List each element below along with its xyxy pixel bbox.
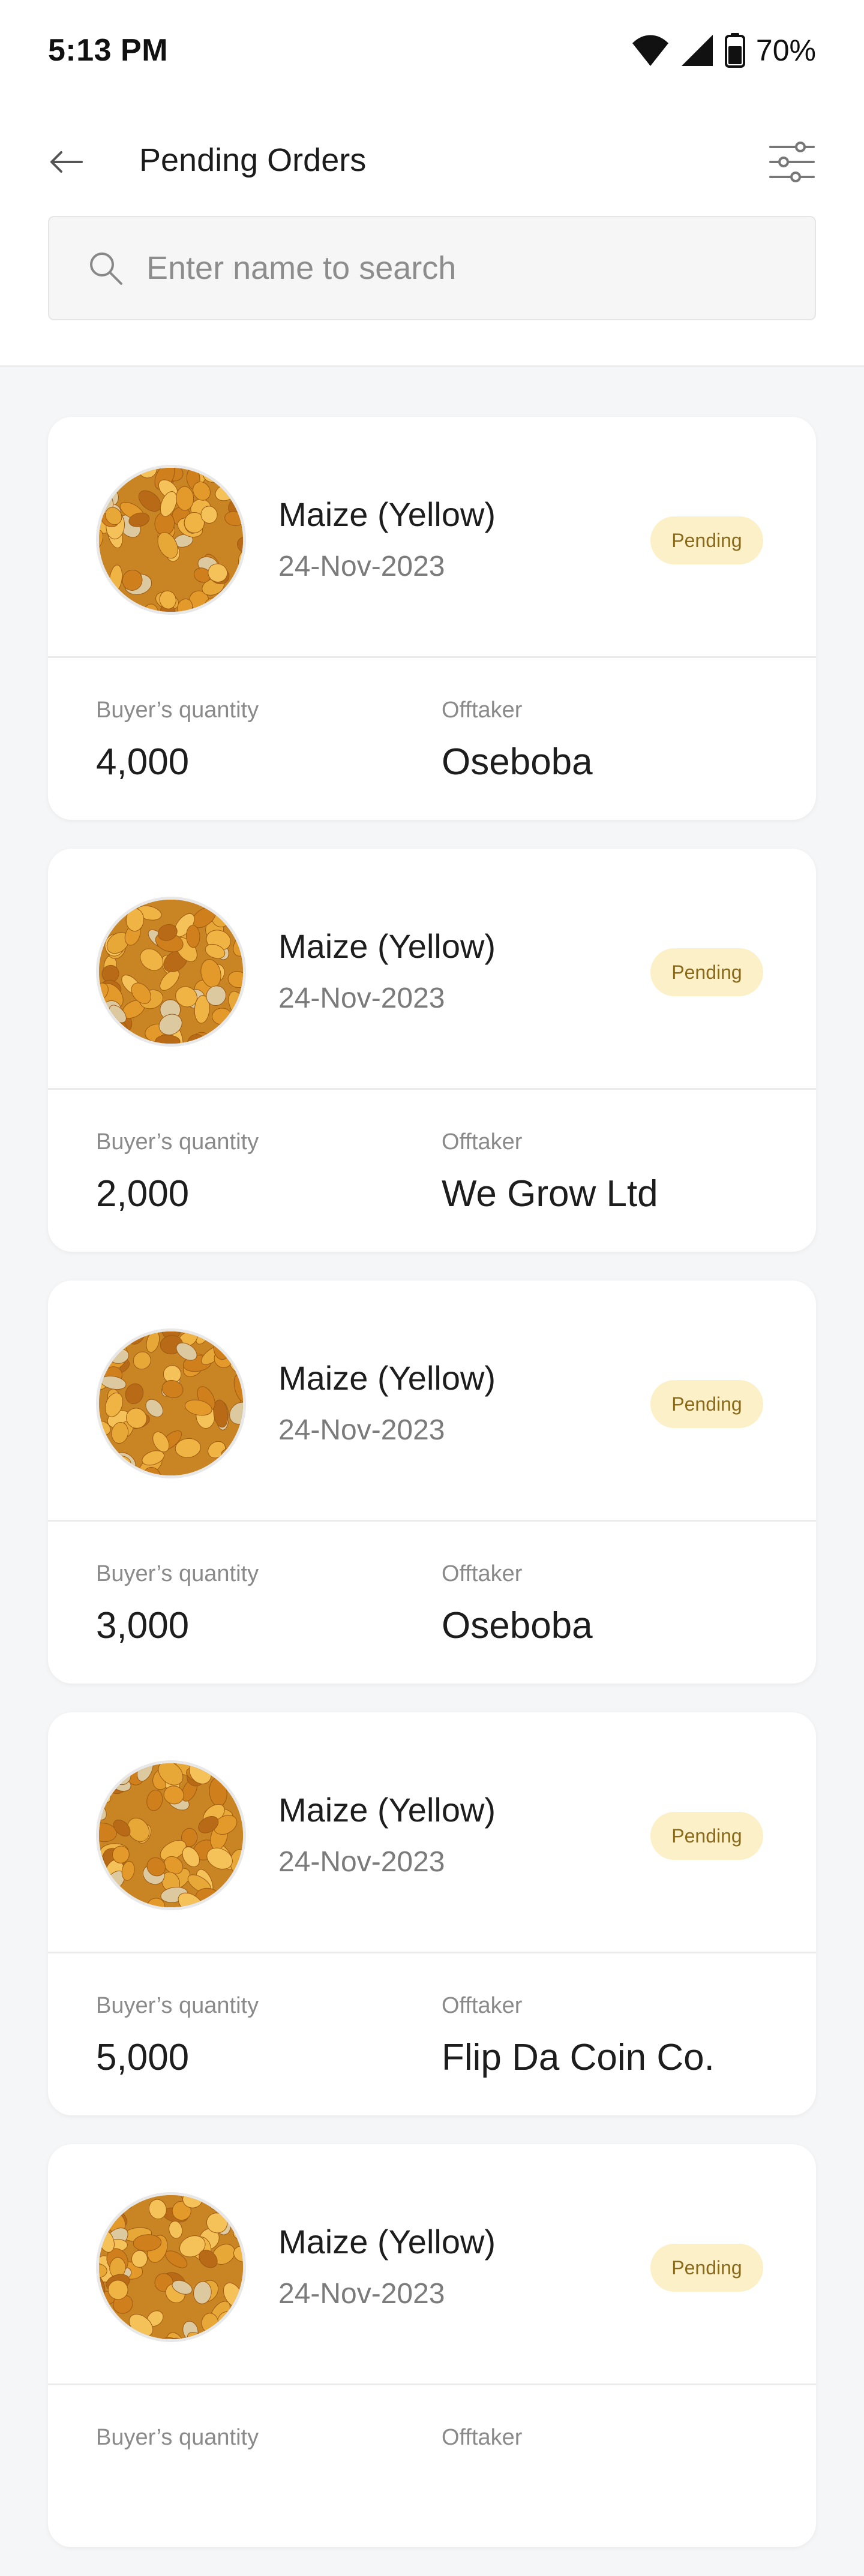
arrow-left-icon bbox=[50, 151, 83, 173]
order-card[interactable]: Maize (Yellow) 24-Nov-2023 Pending Buyer… bbox=[48, 1712, 816, 2115]
offtaker-label: Offtaker bbox=[442, 1561, 523, 1586]
order-card-details: Buyer’s quantity 3,000 Offtaker Oseboba bbox=[48, 1522, 816, 1684]
sliders-icon bbox=[769, 142, 815, 182]
order-date: 24-Nov-2023 bbox=[278, 982, 445, 1014]
product-name: Maize (Yellow) bbox=[278, 1359, 496, 1397]
product-thumbnail bbox=[96, 1328, 246, 1478]
order-card-details: Buyer’s quantity 4,000 Offtaker Oseboba bbox=[48, 658, 816, 820]
product-name: Maize (Yellow) bbox=[278, 927, 496, 965]
search-icon bbox=[80, 243, 131, 293]
order-date: 24-Nov-2023 bbox=[278, 1414, 445, 1446]
quantity-value: 3,000 bbox=[96, 1605, 190, 1646]
order-card[interactable]: Maize (Yellow) 24-Nov-2023 Pending Buyer… bbox=[48, 417, 816, 820]
product-name: Maize (Yellow) bbox=[278, 1791, 496, 1829]
product-name: Maize (Yellow) bbox=[278, 2223, 496, 2261]
order-card-details: Buyer’s quantity 5,000 Offtaker Flip Da … bbox=[48, 1953, 816, 2115]
order-date: 24-Nov-2023 bbox=[278, 1846, 445, 1878]
status-badge: Pending bbox=[650, 1380, 763, 1428]
order-card-header: Maize (Yellow) 24-Nov-2023 Pending bbox=[48, 2144, 816, 2385]
page-title: Pending Orders bbox=[139, 142, 367, 178]
order-card-details: Buyer’s quantity 2,000 Offtaker We Grow … bbox=[48, 1090, 816, 1252]
quantity-label: Buyer’s quantity bbox=[96, 2425, 259, 2450]
offtaker-label: Offtaker bbox=[442, 2425, 523, 2450]
product-thumbnail bbox=[96, 2192, 246, 2342]
status-badge: Pending bbox=[650, 948, 763, 996]
offtaker-value: Oseboba bbox=[442, 741, 593, 783]
orders-list: Maize (Yellow) 24-Nov-2023 Pending Buyer… bbox=[48, 417, 816, 2576]
offtaker-label: Offtaker bbox=[442, 1993, 523, 2018]
cell-signal-icon bbox=[680, 34, 714, 67]
quantity-value: 5,000 bbox=[96, 2037, 190, 2078]
status-badge: Pending bbox=[650, 2244, 763, 2292]
order-card[interactable]: Maize (Yellow) 24-Nov-2023 Pending Buyer… bbox=[48, 2144, 816, 2547]
order-card-header: Maize (Yellow) 24-Nov-2023 Pending bbox=[48, 1281, 816, 1522]
product-thumbnail bbox=[96, 1760, 246, 1910]
quantity-label: Buyer’s quantity bbox=[96, 698, 259, 723]
quantity-value: 4,000 bbox=[96, 741, 190, 783]
status-bar: 5:13 PM 70% bbox=[0, 0, 864, 101]
battery-percent: 70% bbox=[755, 34, 816, 67]
header: Pending Orders bbox=[0, 101, 864, 367]
offtaker-label: Offtaker bbox=[442, 1129, 523, 1155]
order-card-header: Maize (Yellow) 24-Nov-2023 Pending bbox=[48, 417, 816, 658]
status-badge: Pending bbox=[650, 516, 763, 564]
quantity-label: Buyer’s quantity bbox=[96, 1561, 259, 1586]
order-card[interactable]: Maize (Yellow) 24-Nov-2023 Pending Buyer… bbox=[48, 1281, 816, 1684]
order-date: 24-Nov-2023 bbox=[278, 551, 445, 582]
status-badge: Pending bbox=[650, 1812, 763, 1860]
order-card[interactable]: Maize (Yellow) 24-Nov-2023 Pending Buyer… bbox=[48, 849, 816, 1252]
filter-button[interactable] bbox=[762, 132, 822, 192]
product-thumbnail bbox=[96, 897, 246, 1047]
status-time: 5:13 PM bbox=[48, 33, 169, 68]
search-box bbox=[48, 216, 816, 320]
quantity-label: Buyer’s quantity bbox=[96, 1129, 259, 1155]
offtaker-value: Flip Da Coin Co. bbox=[442, 2037, 715, 2078]
product-name: Maize (Yellow) bbox=[278, 495, 496, 533]
order-card-header: Maize (Yellow) 24-Nov-2023 Pending bbox=[48, 1712, 816, 1953]
order-card-details: Buyer’s quantity Offtaker bbox=[48, 2385, 816, 2547]
order-date: 24-Nov-2023 bbox=[278, 2278, 445, 2310]
quantity-label: Buyer’s quantity bbox=[96, 1993, 259, 2018]
offtaker-value: Oseboba bbox=[442, 1605, 593, 1646]
status-icons: 70% bbox=[631, 33, 816, 68]
product-thumbnail bbox=[96, 465, 246, 615]
quantity-value: 2,000 bbox=[96, 1173, 190, 1215]
wifi-icon bbox=[631, 34, 670, 67]
search-input[interactable] bbox=[146, 250, 746, 287]
battery-icon bbox=[724, 33, 745, 68]
order-card-header: Maize (Yellow) 24-Nov-2023 Pending bbox=[48, 849, 816, 1090]
offtaker-value: We Grow Ltd bbox=[442, 1173, 658, 1215]
back-button[interactable] bbox=[42, 138, 90, 186]
offtaker-label: Offtaker bbox=[442, 698, 523, 723]
